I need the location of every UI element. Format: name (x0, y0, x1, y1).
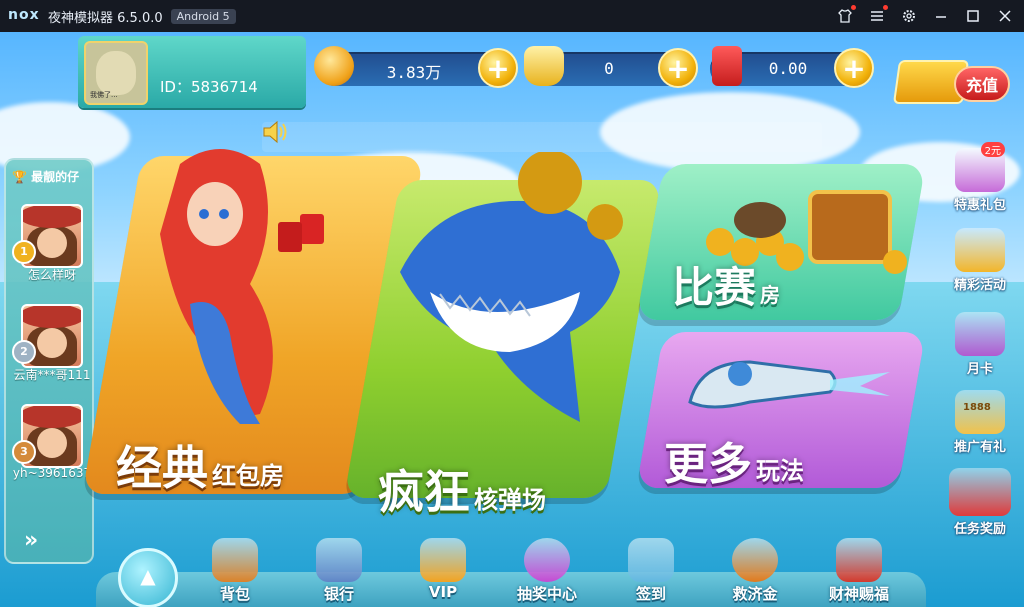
recharge-button[interactable]: 充值 (892, 54, 1014, 114)
title-bar: nox 夜神模拟器 6.5.0.0 Android 5 (0, 0, 1024, 32)
gold-currency: 3.83万 + (314, 46, 518, 88)
ranking-title: 🏆 最靓的仔 (12, 170, 80, 184)
mermaid-illustration (120, 144, 330, 434)
bottom-item-label: 签到 (635, 585, 666, 603)
game-screen: 我佛了... ID：5836714 3.83万 + 0 + 0.00 + 充值 (0, 32, 1024, 607)
referral-amount: 1888 (963, 402, 991, 413)
price-badge: 2元 (980, 142, 1005, 157)
red-packet-icon (712, 46, 742, 86)
ingot-value: 0 (604, 59, 614, 78)
ingot-currency: 0 + (524, 46, 698, 88)
recharge-label: 充值 (954, 66, 1011, 102)
ranking-item[interactable]: 2 云南***哥111 (12, 304, 90, 394)
task-reward-button[interactable]: 任务奖励 (938, 468, 1022, 537)
avatar-caption: 我佛了... (90, 91, 118, 99)
minimize-icon[interactable] (932, 7, 950, 25)
rank-player-name: 怎么样呀 (27, 268, 76, 282)
gift-box-icon: 2元 (955, 142, 1005, 192)
nox-logo: nox (8, 7, 40, 23)
god-of-wealth-button[interactable]: 财神赐福 (818, 538, 900, 604)
rank-medal: 1 (12, 240, 36, 264)
contest-card-title: 比赛房 (672, 263, 781, 312)
crazy-card-title: 疯狂 核弹场 (378, 465, 546, 519)
close-icon[interactable] (996, 7, 1014, 25)
lottery-wheel-icon (524, 538, 570, 582)
bottom-item-label: 救济金 (732, 585, 778, 603)
gold-bean-icon (314, 46, 354, 86)
android-version-badge: Android 5 (170, 8, 236, 24)
player-id: ID：5836714 (160, 78, 258, 96)
side-item-label: 特惠礼包 (953, 198, 1006, 213)
check-in-button[interactable]: 签到 (610, 538, 692, 604)
gold-ingot-icon (524, 46, 564, 86)
add-gold-button[interactable]: + (478, 48, 518, 88)
rank-medal: 2 (12, 340, 36, 364)
menu-icon[interactable] (868, 5, 888, 25)
checklist-icon (628, 538, 674, 582)
side-item-label: 推广有礼 (953, 440, 1006, 455)
events-button[interactable]: 精彩活动 (938, 228, 1022, 293)
side-item-label: 月卡 (966, 362, 993, 377)
backpack-button[interactable]: 背包 (194, 538, 276, 604)
cannon-illustration (680, 352, 900, 422)
trophy-icon: 🏆 (12, 170, 27, 184)
ranking-more-arrow[interactable]: » (24, 528, 38, 553)
add-ingot-button[interactable]: + (658, 48, 698, 88)
bottom-item-label: 财神赐福 (828, 585, 889, 603)
ranking-item[interactable]: 3 yh~3961637 (12, 404, 91, 494)
bottom-item-label: 背包 (219, 585, 250, 603)
rank-medal: 3 (12, 440, 36, 464)
backpack-icon (212, 538, 258, 582)
safe-icon (316, 538, 362, 582)
redpacket-value: 0.00 (768, 59, 808, 78)
envelope-icon: 1888 (955, 390, 1005, 434)
bottom-item-label: 银行 (323, 585, 354, 603)
player-profile[interactable]: 我佛了... ID：5836714 (78, 36, 306, 108)
god-of-wealth-icon (836, 538, 882, 582)
classic-card-title: 经典 红包房 (116, 441, 284, 495)
bottom-item-label: 抽奖中心 (516, 585, 577, 603)
ranking-panel[interactable]: 🏆 最靓的仔 1 怎么样呀 2 云南***哥111 3 yh~3961637 » (4, 158, 94, 564)
monthly-card-button[interactable]: 月卡 (938, 312, 1022, 377)
gold-value: 3.83万 (386, 63, 442, 82)
app-title: 夜神模拟器 6.5.0.0 (48, 10, 163, 26)
rank-player-name: 云南***哥111 (13, 368, 91, 382)
ranking-item[interactable]: 1 怎么样呀 (12, 204, 90, 294)
vip-button[interactable]: VIP (402, 538, 484, 601)
event-gift-icon (955, 228, 1005, 272)
bottom-item-label: VIP (428, 583, 458, 601)
add-redpacket-button[interactable]: + (834, 48, 874, 88)
expand-up-button[interactable]: ▲ (118, 548, 178, 607)
red-envelope-icon (949, 468, 1011, 516)
money-bag-icon (732, 538, 778, 582)
gear-icon[interactable] (900, 7, 918, 25)
bank-button[interactable]: 银行 (298, 538, 380, 604)
avatar[interactable]: 我佛了... (84, 41, 148, 105)
special-gift-pack-button[interactable]: 2元 特惠礼包 (938, 142, 1022, 213)
shirt-icon[interactable] (836, 5, 856, 25)
redpacket-currency: 0.00 + (710, 46, 874, 88)
side-item-label: 精彩活动 (953, 278, 1006, 293)
announcement-bar (262, 122, 822, 152)
maximize-icon[interactable] (964, 7, 982, 25)
side-item-label: 任务奖励 (953, 522, 1006, 537)
more-card-title: 更多 玩法 (664, 439, 804, 490)
shark-illustration (390, 150, 640, 442)
lottery-center-button[interactable]: 抽奖中心 (506, 538, 588, 604)
monthly-card-icon (955, 312, 1005, 356)
relief-fund-button[interactable]: 救济金 (714, 538, 796, 604)
vip-shield-icon (420, 538, 466, 582)
rank-player-name: yh~3961637 (12, 466, 92, 480)
referral-reward-button[interactable]: 1888 推广有礼 (938, 390, 1022, 455)
nox-emulator-window: nox 夜神模拟器 6.5.0.0 Android 5 我佛了... ID：58… (0, 0, 1024, 607)
